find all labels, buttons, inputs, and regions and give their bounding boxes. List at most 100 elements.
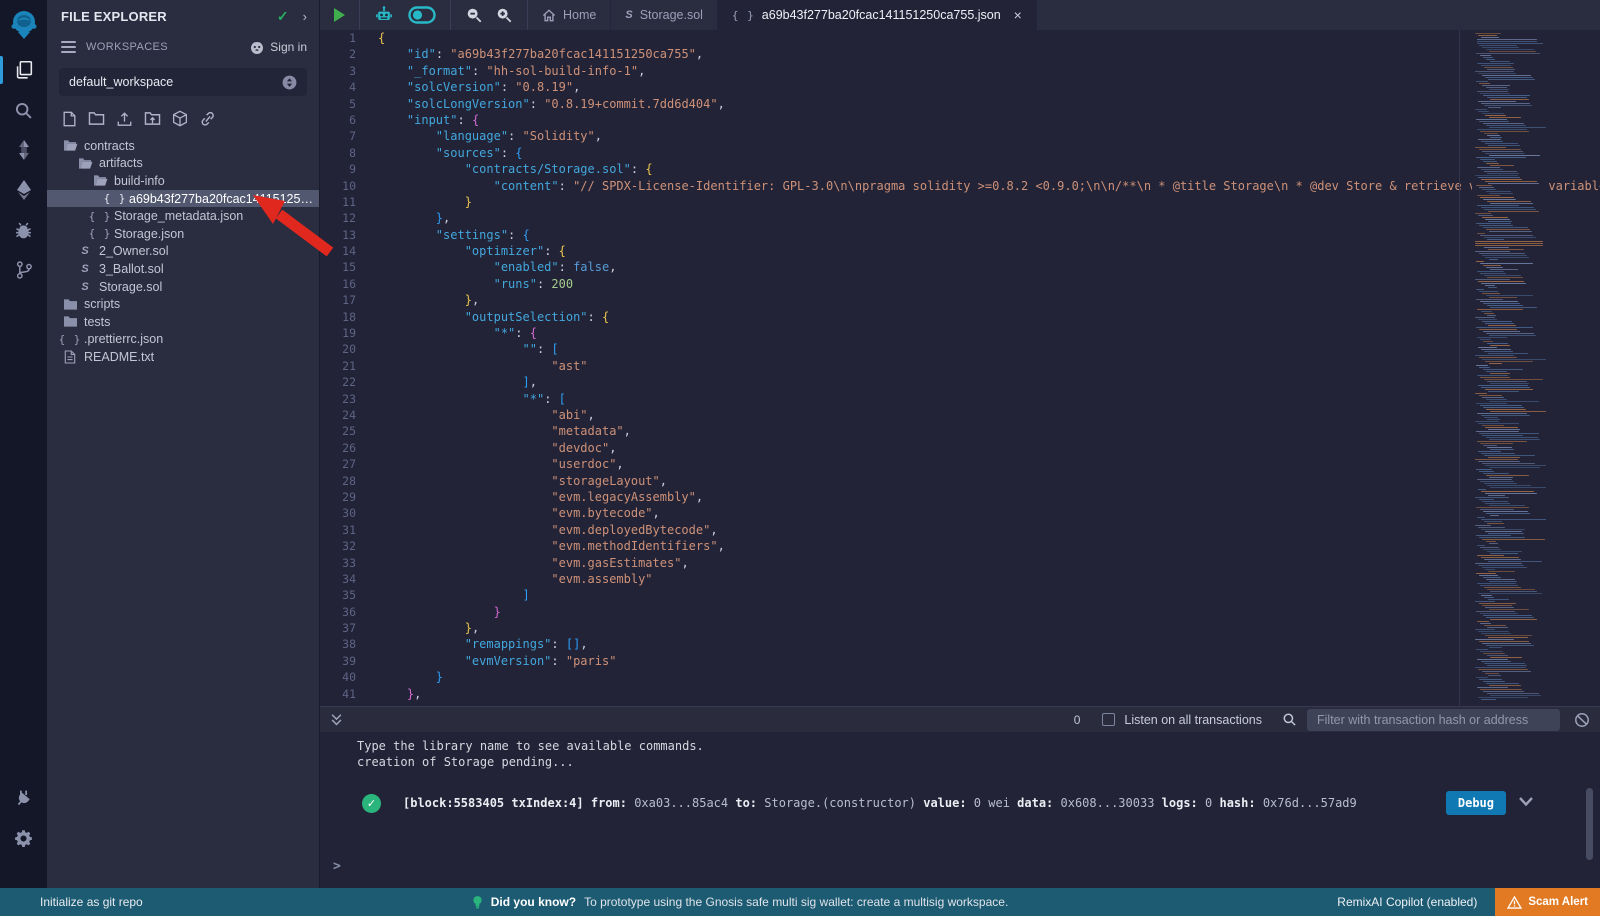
tab-home[interactable]: Home — [528, 0, 611, 30]
editor-line[interactable]: 17 }, — [320, 292, 1600, 308]
sidebar-item-file-explorer[interactable] — [0, 50, 47, 90]
copilot-toggle[interactable] — [408, 6, 436, 24]
tree-item--prettierrc-json[interactable]: { }.prettierrc.json — [47, 331, 319, 349]
editor-line[interactable]: 9 "contracts/Storage.sol": { — [320, 161, 1600, 177]
check-icon[interactable]: ✓ — [277, 8, 289, 25]
editor-line[interactable]: 6 "input": { — [320, 112, 1600, 128]
remixai-button[interactable] — [374, 5, 394, 25]
tree-item-a69b43f277ba20fcac141151250ca7-[interactable]: { }a69b43f277ba20fcac141151250ca7... — [47, 190, 319, 208]
editor-line[interactable]: 2 "id": "a69b43f277ba20fcac141151250ca75… — [320, 46, 1600, 62]
tree-item-storage-metadata-json[interactable]: { }Storage_metadata.json — [47, 207, 319, 225]
remix-logo[interactable] — [0, 0, 47, 50]
tree-item-storage-json[interactable]: { }Storage.json — [47, 225, 319, 243]
editor-line[interactable]: 22 ], — [320, 374, 1600, 390]
editor-line[interactable]: 31 "evm.deployedBytecode", — [320, 522, 1600, 538]
terminal-body[interactable]: Type the library name to see available c… — [320, 732, 1600, 888]
editor-line[interactable]: 1{ — [320, 30, 1600, 46]
debug-button[interactable]: Debug — [1446, 791, 1506, 815]
editor-minimap[interactable] — [1472, 30, 1546, 706]
tree-item-artifacts[interactable]: artifacts — [47, 155, 319, 173]
expand-terminal-button[interactable] — [330, 713, 343, 727]
editor-line[interactable]: 23 "*": [ — [320, 391, 1600, 407]
editor-line[interactable]: 19 "*": { — [320, 325, 1600, 341]
tree-item-contracts[interactable]: contracts — [47, 137, 319, 155]
sign-in-button[interactable]: Sign in — [249, 40, 307, 55]
sidebar-item-debugger[interactable] — [0, 210, 47, 250]
sidebar-item-solidity-compiler[interactable] — [0, 130, 47, 170]
close-tab-icon[interactable]: × — [1014, 8, 1022, 22]
workspaces-menu-icon[interactable] — [61, 38, 76, 56]
tree-item-3-ballot-sol[interactable]: S3_Ballot.sol — [47, 260, 319, 278]
plugin-manager-button[interactable] — [0, 778, 47, 818]
ipfs-box-icon[interactable] — [172, 110, 188, 127]
editor-line[interactable]: 32 "evm.methodIdentifiers", — [320, 538, 1600, 554]
editor-line[interactable]: 16 "runs": 200 — [320, 276, 1600, 292]
editor-line[interactable]: 10 "content": "// SPDX-License-Identifie… — [320, 178, 1600, 194]
editor-line[interactable]: 12 }, — [320, 210, 1600, 226]
editor-line[interactable]: 20 "": [ — [320, 341, 1600, 357]
editor-line[interactable]: 28 "storageLayout", — [320, 473, 1600, 489]
chevron-right-icon[interactable]: › — [303, 9, 307, 24]
editor-line[interactable]: 8 "sources": { — [320, 145, 1600, 161]
editor-line[interactable]: 7 "language": "Solidity", — [320, 128, 1600, 144]
scam-alert-button[interactable]: Scam Alert — [1495, 888, 1600, 916]
tx-expand-chevron-icon[interactable] — [1518, 794, 1534, 812]
editor-line[interactable]: 4 "solcVersion": "0.8.19", — [320, 79, 1600, 95]
editor-line[interactable]: 24 "abi", — [320, 407, 1600, 423]
tree-item-2-owner-sol[interactable]: S2_Owner.sol — [47, 243, 319, 261]
tree-item-build-info[interactable]: build-info — [47, 172, 319, 190]
terminal-search-icon[interactable] — [1282, 712, 1297, 727]
editor-line[interactable]: 13 "settings": { — [320, 227, 1600, 243]
editor-line[interactable]: 34 "evm.assembly" — [320, 571, 1600, 587]
settings-button[interactable] — [0, 818, 47, 858]
tree-item-label: tests — [84, 315, 110, 329]
editor-line[interactable]: 33 "evm.gasEstimates", — [320, 555, 1600, 571]
tree-item-storage-sol[interactable]: SStorage.sol — [47, 278, 319, 296]
clear-console-icon[interactable] — [1574, 712, 1590, 728]
code-editor[interactable]: 1{2 "id": "a69b43f277ba20fcac141151250ca… — [320, 30, 1600, 706]
terminal-scrollbar[interactable] — [1586, 788, 1593, 860]
tree-item-readme-txt[interactable]: README.txt — [47, 348, 319, 366]
workspace-select[interactable]: default_workspace — [59, 68, 307, 96]
listen-all-checkbox[interactable] — [1102, 713, 1115, 726]
editor-line[interactable]: 41 }, — [320, 686, 1600, 702]
run-script-button[interactable] — [334, 8, 345, 22]
editor-line[interactable]: 30 "evm.bytecode", — [320, 505, 1600, 521]
git-init-label[interactable]: Initialize as git repo — [40, 895, 143, 909]
editor-line[interactable]: 26 "devdoc", — [320, 440, 1600, 456]
zoom-in-button[interactable] — [495, 6, 513, 24]
editor-line[interactable]: 27 "userdoc", — [320, 456, 1600, 472]
tab-storage-sol[interactable]: S Storage.sol — [611, 0, 718, 30]
sidebar-item-deploy-run[interactable] — [0, 170, 47, 210]
transaction-filter-input[interactable] — [1307, 709, 1560, 731]
editor-line[interactable]: 37 }, — [320, 620, 1600, 636]
editor-line[interactable]: 35 ] — [320, 587, 1600, 603]
copilot-status[interactable]: RemixAI Copilot (enabled) — [1337, 895, 1477, 909]
editor-line[interactable]: 21 "ast" — [320, 358, 1600, 374]
editor-line[interactable]: 18 "outputSelection": { — [320, 309, 1600, 325]
upload-folder-icon[interactable] — [144, 111, 161, 126]
sidebar-item-git[interactable] — [0, 250, 47, 290]
editor-line[interactable]: 40 } — [320, 669, 1600, 685]
editor-line[interactable]: 36 } — [320, 604, 1600, 620]
editor-line[interactable]: 14 "optimizer": { — [320, 243, 1600, 259]
editor-line[interactable]: 38 "remappings": [], — [320, 636, 1600, 652]
zoom-out-button[interactable] — [465, 6, 483, 24]
sidebar-item-search[interactable] — [0, 90, 47, 130]
editor-line[interactable]: 15 "enabled": false, — [320, 259, 1600, 275]
tab-build-info-json[interactable]: { } a69b43f277ba20fcac141151250ca755.jso… — [718, 0, 1037, 30]
editor-line[interactable]: 39 "evmVersion": "paris" — [320, 653, 1600, 669]
link-icon[interactable] — [199, 111, 216, 127]
editor-line[interactable]: 3 "_format": "hh-sol-build-info-1", — [320, 63, 1600, 79]
editor-line[interactable]: 11 } — [320, 194, 1600, 210]
upload-file-icon[interactable] — [116, 111, 133, 127]
editor-line[interactable]: 25 "metadata", — [320, 423, 1600, 439]
editor-line[interactable]: 29 "evm.legacyAssembly", — [320, 489, 1600, 505]
tree-item-tests[interactable]: tests — [47, 313, 319, 331]
editor-line[interactable]: 5 "solcLongVersion": "0.8.19+commit.7dd6… — [320, 96, 1600, 112]
terminal-prompt[interactable]: > — [333, 859, 341, 874]
new-file-icon[interactable] — [62, 111, 77, 127]
transaction-row[interactable]: ✓ [block:5583405 txIndex:4] from: 0xa03.… — [320, 790, 1600, 816]
new-folder-icon[interactable] — [88, 111, 105, 126]
tree-item-scripts[interactable]: scripts — [47, 295, 319, 313]
